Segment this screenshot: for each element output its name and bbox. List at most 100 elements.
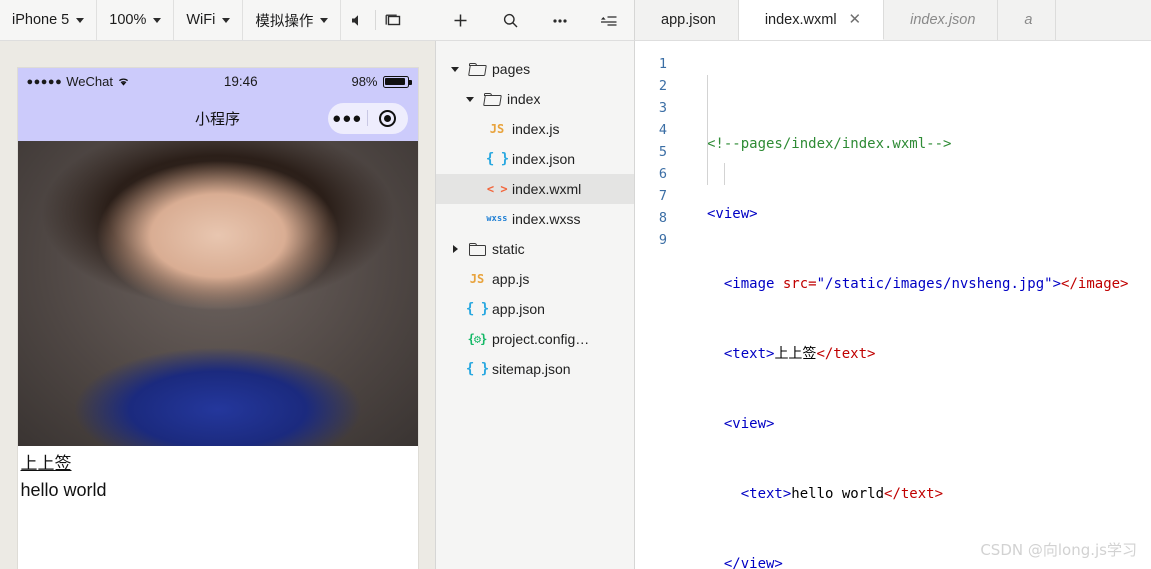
tree-item-index-json[interactable]: { } index.json	[436, 144, 634, 174]
nvsheng-image	[17, 141, 418, 446]
tab-label: index.wxml	[764, 11, 837, 28]
main-body: ●●●●● WeChat 19:46 98% 小程序 ●●● 上上签 hello…	[0, 41, 1151, 569]
capsule-close-button[interactable]	[368, 109, 408, 127]
tab-label: a	[1024, 12, 1033, 28]
phone-status-bar: ●●●●● WeChat 19:46 98%	[17, 68, 418, 95]
add-file-button[interactable]	[446, 7, 476, 33]
wxss-file-icon: wxss	[486, 214, 508, 224]
folder-open-icon	[477, 92, 507, 106]
tab-partial[interactable]: a	[998, 0, 1056, 40]
search-icon	[503, 13, 518, 27]
code-string: "/static/images/nvsheng.jpg"	[816, 276, 1053, 292]
ellipsis-icon: ●●●	[332, 109, 363, 127]
code-inner-text: 上上签	[774, 346, 817, 362]
tree-item-label: app.json	[492, 301, 545, 317]
tree-item-label: index.json	[512, 151, 576, 167]
search-files-button[interactable]	[495, 7, 525, 33]
tab-app-json[interactable]: app.json	[635, 0, 739, 40]
chevron-down-icon	[320, 17, 329, 23]
code-line-5: <view>	[707, 413, 1151, 435]
code-comment: <!--pages/index/index.wxml-->	[707, 136, 952, 152]
json-file-icon: { }	[465, 361, 489, 377]
phone-screen-content: 上上签 hello world	[17, 141, 418, 569]
tree-item-app-json[interactable]: { } app.json	[436, 294, 634, 324]
simulate-action-selector[interactable]: 模拟操作	[243, 0, 342, 40]
speaker-mute-icon	[352, 14, 359, 26]
line-number: 3	[658, 100, 667, 116]
speaker-mute-button[interactable]	[341, 0, 375, 40]
tree-item-label: project.config…	[492, 331, 590, 347]
phone-text-secondary: hello world	[20, 479, 107, 500]
close-icon[interactable]: ✕	[849, 12, 862, 27]
tab-index-wxml[interactable]: index.wxml ✕	[738, 0, 885, 40]
code-tag: </view>	[723, 556, 783, 569]
code-text-area[interactable]: <!--pages/index/index.wxml--> <view> <im…	[677, 41, 1151, 569]
code-tag-close: </image>	[1061, 276, 1129, 292]
tab-index-json[interactable]: index.json	[884, 0, 999, 40]
carrier-label: WeChat	[66, 74, 113, 89]
network-selector[interactable]: WiFi	[174, 0, 244, 40]
device-selector[interactable]: iPhone 5	[0, 0, 98, 40]
indent-guide	[707, 75, 708, 185]
code-line-1: <!--pages/index/index.wxml-->	[707, 133, 1151, 155]
js-file-icon: JS	[489, 122, 505, 136]
chevron-down-icon	[76, 17, 85, 23]
code-attribute: src=	[782, 276, 817, 292]
chevron-down-icon[interactable]	[448, 66, 462, 72]
simulator-toolbar: iPhone 5 100% WiFi 模拟操作	[0, 0, 436, 41]
config-file-icon: {⚙}	[467, 332, 488, 346]
wechat-devtools-window: iPhone 5 100% WiFi 模拟操作 app.json index.w…	[0, 0, 1151, 569]
tree-item-pages[interactable]: pages	[436, 54, 634, 84]
wxml-file-icon: < >	[486, 182, 508, 196]
top-toolbar-row: iPhone 5 100% WiFi 模拟操作 app.json index.w…	[0, 0, 1151, 41]
tree-item-label: index.js	[512, 121, 560, 137]
tree-item-index-wxss[interactable]: wxss index.wxss	[436, 204, 634, 234]
tree-item-app-js[interactable]: JS app.js	[436, 264, 634, 294]
zoom-selector[interactable]: 100%	[97, 0, 175, 40]
json-file-icon: { }	[465, 301, 489, 317]
chevron-down-icon	[222, 17, 231, 23]
more-options-button[interactable]	[545, 7, 575, 33]
status-bar-left: ●●●●● WeChat	[27, 74, 130, 89]
code-line-6: <text>hello world</text>	[707, 483, 1151, 505]
collapse-all-icon	[601, 15, 617, 26]
battery-icon	[382, 75, 412, 88]
status-bar-right: 98%	[351, 74, 412, 89]
tree-item-sitemap-json[interactable]: { } sitemap.json	[436, 354, 634, 384]
code-line-7: </view>	[707, 553, 1151, 569]
simulator-pane: ●●●●● WeChat 19:46 98% 小程序 ●●● 上上签 hello…	[0, 41, 436, 569]
file-tree-pane: pages index JS index.js { } index.json <…	[436, 41, 635, 569]
tree-item-static[interactable]: static	[436, 234, 634, 264]
wechat-capsule-button[interactable]: ●●●	[327, 102, 408, 134]
tree-item-label: index.wxml	[512, 181, 582, 197]
folder-closed-icon	[462, 242, 492, 256]
line-number-gutter: 1 2 3 4 5 6 7 8 9	[635, 41, 677, 569]
tab-label: app.json	[661, 12, 716, 28]
phone-text-block: 上上签 hello world	[18, 446, 418, 503]
code-tag: <image	[723, 276, 783, 292]
chevron-down-icon[interactable]	[463, 96, 477, 102]
tree-item-label: index.wxss	[512, 211, 581, 227]
chevron-right-icon[interactable]	[448, 245, 462, 253]
collapse-all-button[interactable]	[594, 7, 624, 33]
tree-item-label: app.js	[492, 271, 530, 287]
code-inner-text: hello world	[791, 486, 885, 502]
code-editor-pane[interactable]: 1 2 3 4 5 6 7 8 9 <!--pages/index/index.…	[635, 41, 1151, 569]
tree-item-index-wxml[interactable]: < > index.wxml	[436, 174, 634, 204]
phone-text-primary: 上上签	[20, 454, 72, 474]
zoom-selector-label: 100%	[109, 12, 147, 28]
ellipsis-icon	[553, 18, 567, 23]
tree-item-label: static	[492, 241, 525, 257]
tree-item-project-config[interactable]: {⚙} project.config…	[436, 324, 634, 354]
screen-window-button[interactable]	[376, 0, 410, 40]
folder-open-icon	[462, 62, 492, 76]
line-number: 7	[658, 188, 667, 204]
tree-item-index-js[interactable]: JS index.js	[436, 114, 634, 144]
tree-item-label: sitemap.json	[492, 361, 571, 377]
capsule-menu-button[interactable]: ●●●	[328, 111, 368, 126]
screen-window-icon	[385, 14, 401, 25]
tree-item-index-folder[interactable]: index	[436, 84, 634, 114]
line-number: 5	[658, 144, 667, 160]
tree-item-label: pages	[492, 61, 531, 77]
